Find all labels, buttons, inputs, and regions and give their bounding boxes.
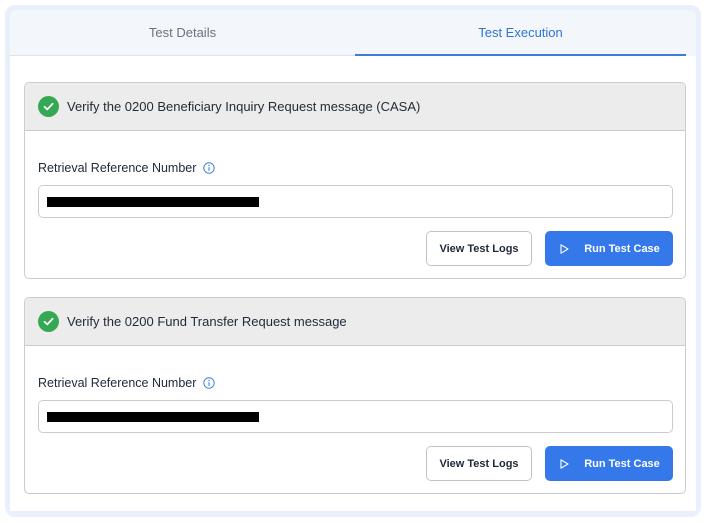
test-case-card: Verify the 0200 Beneficiary Inquiry Requ… [24,82,686,279]
field-label: Retrieval Reference Number [38,161,216,175]
test-case-title: Verify the 0200 Beneficiary Inquiry Requ… [67,99,421,114]
test-execution-panel: Verify the 0200 Beneficiary Inquiry Requ… [10,56,696,511]
run-test-case-button[interactable]: Run Test Case [545,231,673,266]
retrieval-reference-number-input[interactable] [38,185,673,218]
test-case-header: Verify the 0200 Fund Transfer Request me… [25,298,685,346]
play-icon [558,243,570,255]
test-case-card: Verify the 0200 Fund Transfer Request me… [24,297,686,494]
test-case-header: Verify the 0200 Beneficiary Inquiry Requ… [25,83,685,131]
info-icon[interactable] [203,377,216,389]
check-circle-icon [38,96,59,117]
redacted-value [47,197,259,207]
run-test-case-label: Run Test Case [584,457,660,470]
field-label-text: Retrieval Reference Number [38,376,197,390]
view-test-logs-button[interactable]: View Test Logs [426,446,532,481]
info-icon[interactable] [203,162,216,174]
retrieval-reference-number-input[interactable] [38,400,673,433]
tab-test-execution[interactable]: Test Execution [355,10,686,56]
tab-test-details[interactable]: Test Details [10,10,355,56]
field-label-text: Retrieval Reference Number [38,161,197,175]
run-test-case-label: Run Test Case [584,242,660,255]
check-circle-icon [38,311,59,332]
field-label: Retrieval Reference Number [38,376,216,390]
redacted-value [47,412,259,422]
test-execution-container: Test Details Test Execution Verify the 0… [5,5,701,517]
view-test-logs-button[interactable]: View Test Logs [426,231,532,266]
test-case-title: Verify the 0200 Fund Transfer Request me… [67,314,347,329]
tab-bar: Test Details Test Execution [10,10,696,56]
run-test-case-button[interactable]: Run Test Case [545,446,673,481]
play-icon [558,458,570,470]
